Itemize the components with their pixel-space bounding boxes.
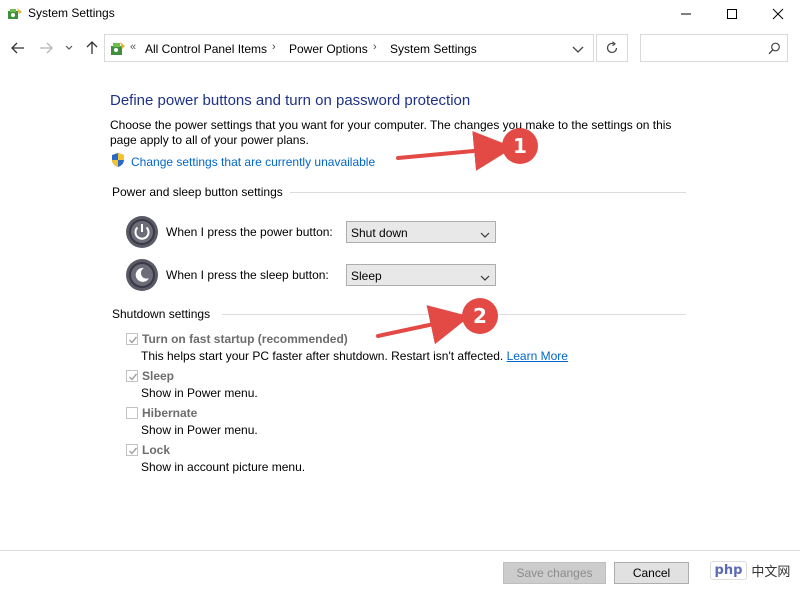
- annotation-arrows: [376, 131, 514, 345]
- watermark-text: 中文网: [751, 564, 791, 580]
- annotation-badge-2: 2: [462, 298, 498, 334]
- footer-divider: [0, 550, 800, 551]
- annotation-arrow-1: [396, 131, 514, 171]
- save-changes-button[interactable]: Save changes: [503, 562, 606, 584]
- annotation-arrow-2: [376, 305, 470, 345]
- cancel-button[interactable]: Cancel: [614, 562, 689, 584]
- watermark: php 中文网: [700, 550, 800, 590]
- annotation-badge-1: 1: [502, 128, 538, 164]
- watermark-logo: php: [709, 560, 748, 580]
